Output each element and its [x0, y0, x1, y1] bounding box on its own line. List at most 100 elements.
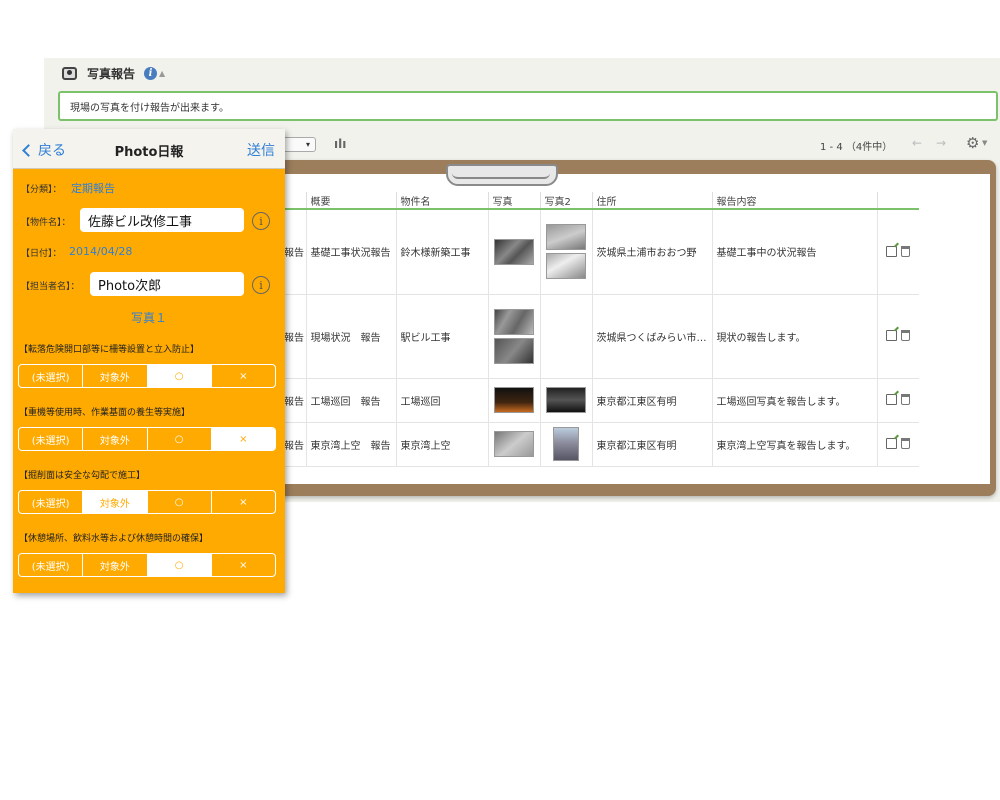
next-page-icon[interactable]: → [936, 136, 946, 150]
nav-bar: 戻る Photo日報 送信 [13, 129, 285, 169]
photo-thumbnail[interactable] [494, 387, 534, 413]
photo-thumbnail[interactable] [494, 337, 534, 364]
option-not-applicable[interactable]: 対象外 [82, 554, 146, 576]
pager-count: 1 - 4 （4件中） [820, 142, 893, 153]
option-unselected[interactable]: (未選択) [19, 428, 82, 450]
cell-actions [876, 378, 919, 423]
cell-content: 基礎工事中の状況報告 [711, 209, 877, 295]
trash-icon[interactable] [901, 438, 911, 450]
category-value[interactable]: 定期報告 [71, 180, 115, 196]
col-header-actions [876, 192, 919, 210]
caret-up-icon[interactable]: ▲ [159, 69, 165, 78]
cell-actions [876, 422, 919, 467]
photo-thumbnail[interactable] [546, 253, 586, 280]
option-unselected[interactable]: (未選択) [19, 365, 82, 387]
report-table: 概要 物件名 写真 写真2 住所 報告内容 報告 基礎工事状況報告 鈴木様新築工… [280, 192, 919, 467]
send-button[interactable]: 送信 [247, 140, 275, 160]
cell-property: 東京湾上空 [395, 422, 488, 467]
date-label: 【日付】： [21, 249, 62, 259]
cell-property: 駅ビル工事 [395, 294, 488, 379]
edit-icon[interactable] [886, 330, 898, 342]
photo-thumbnail[interactable] [494, 431, 534, 457]
app-title: 写真報告 [87, 66, 136, 81]
prev-page-icon[interactable]: ← [912, 136, 922, 150]
trash-icon[interactable] [901, 330, 911, 342]
col-header-summary[interactable]: 概要 [305, 192, 396, 210]
cell-summary: 東京湾上空 報告 [305, 422, 396, 467]
clipboard-clip [446, 164, 558, 186]
option-not-applicable[interactable]: 対象外 [82, 428, 146, 450]
checklist-label: 【重機等使用時、作業基面の養生等実施】 [19, 408, 191, 418]
chevron-down-icon[interactable]: ▼ [982, 139, 987, 147]
edit-icon[interactable] [886, 246, 898, 257]
edit-icon[interactable] [886, 438, 898, 450]
col-header-content[interactable]: 報告内容 [711, 192, 877, 210]
option-not-applicable[interactable]: 対象外 [82, 365, 146, 387]
checklist-label: 【休憩場所、飲料水等および休憩時間の確保】 [19, 534, 209, 544]
option-ng[interactable]: × [210, 365, 275, 387]
photo-thumbnail[interactable] [494, 308, 534, 335]
info-icon[interactable]: i [252, 212, 270, 230]
segmented-control: (未選択) 対象外 ○ × [18, 427, 276, 451]
option-ng[interactable]: × [210, 491, 275, 513]
cell-photo [487, 209, 540, 295]
option-unselected[interactable]: (未選択) [19, 554, 82, 576]
camera-icon [62, 66, 77, 80]
cell-property: 鈴木様新築工事 [395, 209, 488, 295]
cell-photo [487, 422, 540, 467]
cell-content: 東京湾上空写真を報告します。 [711, 422, 877, 467]
cell-content: 工場巡回写真を報告します。 [711, 378, 877, 423]
col-header-address[interactable]: 住所 [591, 192, 712, 210]
col-header-photo2[interactable]: 写真2 [539, 192, 592, 210]
option-ng[interactable]: × [210, 428, 275, 450]
date-value[interactable]: 2014/04/28 [69, 245, 132, 258]
option-ok[interactable]: ○ [146, 428, 211, 450]
info-icon[interactable]: i [144, 66, 158, 80]
col-header-property[interactable]: 物件名 [395, 192, 488, 210]
photo-thumbnail[interactable] [546, 224, 586, 251]
table-row[interactable]: 報告 基礎工事状況報告 鈴木様新築工事 茨城県土浦市おおつ野 基礎工事中の状況報… [280, 209, 919, 295]
cell-address: 東京都江東区有明 [591, 422, 712, 467]
app-header: 写真報告 i ▲ [44, 58, 1000, 88]
segmented-control: (未選択) 対象外 ○ × [18, 364, 276, 388]
cell-actions [876, 209, 919, 295]
option-not-applicable[interactable]: 対象外 [82, 491, 147, 513]
option-ok[interactable]: ○ [146, 365, 211, 387]
cell-address: 東京都江東区有明 [591, 378, 712, 423]
edit-icon[interactable] [886, 394, 898, 406]
property-field[interactable]: 佐藤ビル改修工事 [80, 208, 244, 232]
cell-photo [487, 294, 540, 379]
option-ng[interactable]: × [210, 554, 275, 576]
cell-summary: 工場巡回 報告 [305, 378, 396, 423]
trash-icon[interactable] [901, 246, 911, 257]
cell-photo2 [539, 294, 592, 379]
table-row[interactable]: 報告 現場状況 報告 駅ビル工事 茨城県つくばみらい市… 現状の報告します。 [280, 294, 919, 379]
person-label: 【担当者名】： [21, 282, 80, 292]
gear-icon[interactable]: ⚙ [966, 134, 979, 152]
cell-summary: 基礎工事状況報告 [305, 209, 396, 295]
photo-thumbnail[interactable] [553, 427, 579, 461]
table-row[interactable]: 報告 工場巡回 報告 工場巡回 東京都江東区有明 工場巡回写真を報告します。 [280, 378, 919, 423]
nav-title: Photo日報 [114, 145, 184, 160]
trash-icon[interactable] [901, 394, 911, 406]
checklist-label: 【転落危険開口部等に柵等設置と立入防止】 [19, 345, 200, 355]
photo-thumbnail[interactable] [494, 238, 534, 265]
view-select[interactable]: ▾ [282, 137, 316, 152]
category-label: 【分類】： [21, 185, 62, 195]
option-unselected[interactable]: (未選択) [19, 491, 82, 513]
table-header: 概要 物件名 写真 写真2 住所 報告内容 [280, 192, 919, 210]
photo-thumbnail[interactable] [546, 387, 586, 413]
option-ok[interactable]: ○ [146, 554, 211, 576]
chart-icon[interactable]: ılı [334, 137, 346, 151]
description-box: 現場の写真を付け報告が出来ます。 [58, 91, 998, 121]
checklist-label: 【掘削面は安全な勾配で施工】 [19, 471, 146, 481]
col-header-photo[interactable]: 写真 [487, 192, 540, 210]
cell-summary: 現場状況 報告 [305, 294, 396, 379]
cell-actions [876, 294, 919, 379]
option-ok[interactable]: ○ [146, 491, 211, 513]
info-icon[interactable]: i [252, 276, 270, 294]
mobile-panel: 戻る Photo日報 送信 【分類】： 定期報告 【物件名】： 佐藤ビル改修工事… [13, 129, 285, 593]
cell-address: 茨城県つくばみらい市… [591, 294, 712, 379]
person-field[interactable]: Photo次郎 [90, 272, 244, 296]
table-row[interactable]: 報告 東京湾上空 報告 東京湾上空 東京都江東区有明 東京湾上空写真を報告します… [280, 422, 919, 467]
